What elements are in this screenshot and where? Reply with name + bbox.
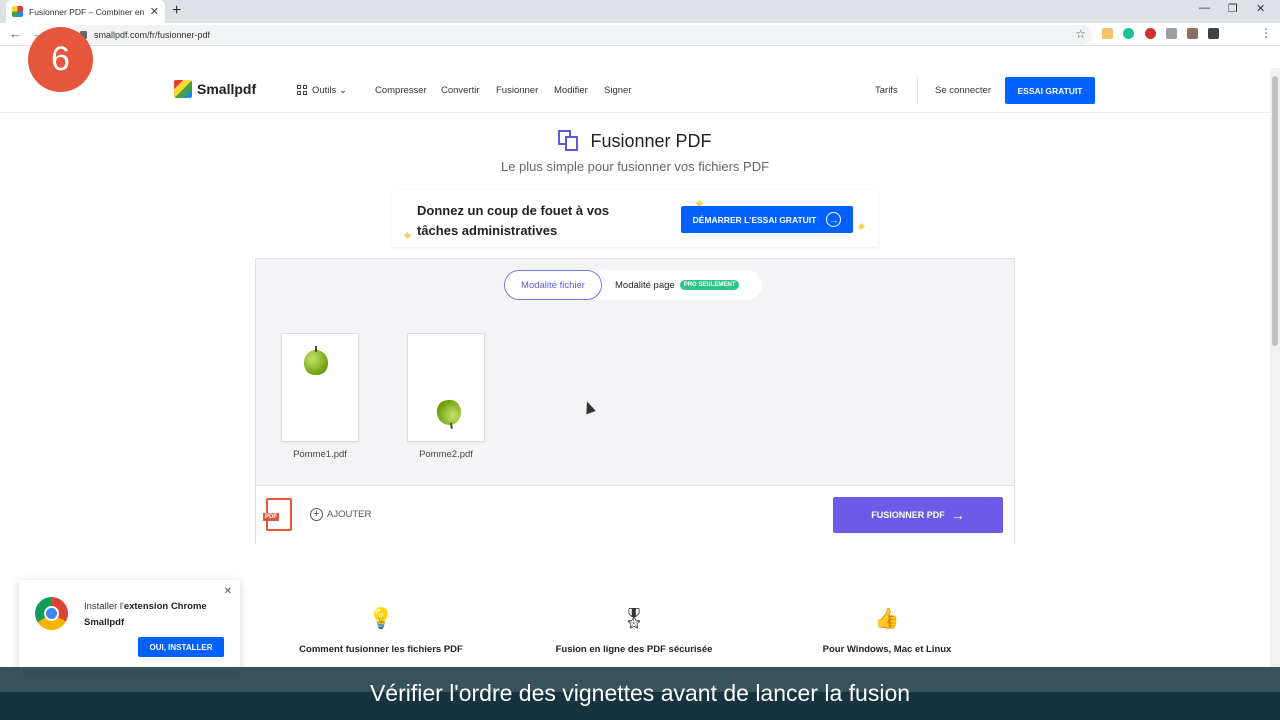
free-trial-button[interactable]: ESSAI GRATUIT: [1005, 77, 1095, 104]
address-bar[interactable]: smallpdf.com/fr/fusionner-pdf ☆: [70, 25, 1092, 44]
maximize-icon[interactable]: ❐: [1228, 2, 1238, 15]
page-mode-label: Modalité page: [615, 279, 675, 291]
step-number-badge: 6: [28, 27, 93, 92]
merge-pdf-icon: [558, 130, 580, 152]
video-caption: Vérifier l'ordre des vignettes avant de …: [0, 667, 1280, 720]
install-extension-button[interactable]: OUI, INSTALLER: [138, 637, 224, 657]
grid-icon: [297, 85, 307, 96]
add-label: AJOUTER: [327, 509, 372, 520]
promo-text: Donnez un coup de fouet à vos tâches adm…: [417, 203, 610, 238]
smallpdf-favicon-icon: [12, 6, 23, 17]
file-mode-toggle[interactable]: Modalité fichier: [504, 270, 602, 300]
tool-footer: + AJOUTER FUSIONNER PDF →: [256, 485, 1014, 544]
thumbs-up-icon: 👍: [874, 608, 900, 630]
plus-circle-icon: +: [310, 508, 323, 521]
login-link[interactable]: Se connecter: [935, 85, 991, 96]
opera-icon[interactable]: [1145, 28, 1156, 39]
scrollbar-thumb[interactable]: [1272, 76, 1278, 346]
nav-pricing[interactable]: Tarifs: [875, 85, 898, 96]
smallpdf-logo-icon: [174, 80, 192, 98]
add-file-button[interactable]: + AJOUTER: [310, 508, 371, 521]
page-heading: Fusionner PDF Le plus simple pour fusion…: [0, 130, 1270, 174]
header-divider: [917, 76, 918, 104]
page-scrollbar[interactable]: [1270, 68, 1280, 668]
merge-tool-panel: Modalité fichier Modalité page PRO SEULE…: [255, 258, 1015, 544]
nav-convert[interactable]: Convertir: [441, 85, 480, 96]
mode-switch: Modalité fichier Modalité page PRO SEULE…: [504, 270, 762, 300]
feature-how-to: 💡 Comment fusionner les fichiers PDF: [271, 606, 491, 655]
browser-menu-icon[interactable]: ⋮: [1260, 26, 1272, 40]
extension-prompt: Installer l'extension Chrome Smallpdf: [84, 599, 224, 631]
merge-label: FUSIONNER PDF: [871, 510, 945, 520]
lightbulb-icon: 💡: [368, 608, 394, 630]
feature-title: Comment fusionner les fichiers PDF: [299, 644, 463, 655]
page-subtitle: Le plus simple pour fusionner vos fichie…: [500, 159, 770, 174]
feature-secure: 🎖 Fusion en ligne des PDF sécurisée: [524, 606, 744, 655]
page-mode-toggle[interactable]: Modalité page PRO SEULEMENT: [615, 279, 740, 291]
mouse-cursor: [582, 399, 596, 415]
grammarly-icon[interactable]: [1123, 28, 1134, 39]
start-trial-label: DÉMARRER L'ESSAI GRATUIT: [692, 214, 817, 225]
new-tab-button[interactable]: +: [172, 3, 181, 19]
extension-icon[interactable]: [1187, 28, 1198, 39]
tag-icon[interactable]: [1208, 28, 1219, 39]
page-title: Fusionner PDF: [590, 130, 712, 151]
feature-platforms: 👍 Pour Windows, Mac et Linux: [777, 606, 997, 655]
drive-icon[interactable]: [1166, 28, 1177, 39]
smallpdf-logo[interactable]: Smallpdf: [174, 80, 256, 98]
tools-label: Outils: [312, 85, 337, 96]
arrow-right-icon: →: [950, 507, 965, 523]
chrome-extension-popup: ✕ Installer l'extension Chrome Smallpdf …: [19, 580, 240, 670]
tools-menu[interactable]: Outils ⌄: [297, 85, 347, 96]
back-icon[interactable]: ←: [9, 26, 22, 41]
nav-merge[interactable]: Fusionner: [496, 85, 538, 96]
browser-tab-title: Fusionner PDF – Combiner en lig: [29, 6, 146, 17]
pro-only-badge: PRO SEULEMENT: [679, 280, 740, 290]
minimize-icon[interactable]: —: [1199, 2, 1210, 14]
close-tab-icon[interactable]: ✕: [150, 5, 159, 18]
file-name: Pomme2.pdf: [419, 449, 473, 460]
brand-name: Smallpdf: [197, 81, 257, 97]
sparkle-decoration: [857, 222, 866, 231]
award-icon: 🎖: [621, 608, 647, 630]
bookmark-star-icon[interactable]: ☆: [1075, 27, 1086, 41]
promo-banner: Donnez un coup de fouet à vos tâches adm…: [392, 190, 878, 247]
close-window-icon[interactable]: ✕: [1256, 2, 1265, 15]
file-thumbnail[interactable]: [407, 333, 485, 442]
close-icon[interactable]: ✕: [224, 586, 232, 597]
pdf-file-icon: [263, 498, 292, 531]
feature-title: Pour Windows, Mac et Linux: [822, 644, 952, 655]
extension-icon[interactable]: [1102, 28, 1113, 39]
file-name: Pomme1.pdf: [293, 449, 347, 460]
browser-toolbar: ← → smallpdf.com/fr/fusionner-pdf ☆: [0, 23, 1280, 46]
chevron-down-icon: ⌄: [338, 85, 347, 96]
browser-tabstrip: Fusionner PDF – Combiner en lig ✕ + — ❐ …: [0, 0, 1280, 23]
nav-edit[interactable]: Modifier: [554, 85, 588, 96]
arrow-right-circle-icon: →: [826, 212, 842, 227]
feature-title: Fusion en ligne des PDF sécurisée: [555, 644, 713, 655]
apple-image: [304, 346, 328, 375]
chrome-logo-icon: [35, 597, 68, 630]
nav-compress[interactable]: Compresser: [375, 85, 427, 96]
url-text: smallpdf.com/fr/fusionner-pdf: [94, 29, 211, 40]
merge-pdf-button[interactable]: FUSIONNER PDF →: [833, 497, 1003, 533]
nav-sign[interactable]: Signer: [604, 85, 631, 96]
browser-tab[interactable]: Fusionner PDF – Combiner en lig ✕: [6, 0, 165, 23]
apple-image: [435, 398, 463, 427]
extension-prompt-prefix: Installer l': [84, 601, 124, 612]
sparkle-decoration: [403, 231, 412, 240]
file-thumbnail[interactable]: [281, 333, 359, 442]
site-header: Smallpdf Outils ⌄ Compresser Convertir F…: [0, 68, 1270, 113]
start-trial-button[interactable]: DÉMARRER L'ESSAI GRATUIT →: [681, 206, 853, 233]
